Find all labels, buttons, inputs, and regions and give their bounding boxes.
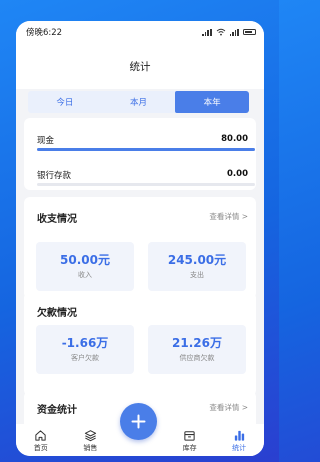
funds-title: 资金统计 (37, 405, 77, 416)
debt-card: 欠款情况 -1.66万 客户欠款 21.26万 供应商欠款 (24, 292, 256, 396)
status-bar: 傍晚6:22 (16, 21, 264, 43)
status-icons (202, 28, 256, 36)
period-tabs: 今日 本月 本年 (28, 91, 249, 113)
bank-deposit-progress-bar (37, 183, 255, 186)
wifi-icon (216, 28, 225, 36)
debt-title: 欠款情况 (37, 308, 77, 319)
tab-home[interactable]: 首页 (21, 429, 61, 453)
bank-deposit-label: 银行存款 (37, 171, 72, 181)
expense-value: 245.00元 (167, 253, 227, 268)
signal-icon-2 (229, 28, 239, 36)
phone-screen: 傍晚6:22 统计 今日 本月 本年 现金 80.00 银行存款 0.00 收支… (16, 21, 264, 456)
tab-sales[interactable]: 销售 (70, 429, 110, 453)
tab-sales-label: 销售 (83, 444, 98, 452)
signal-icon (202, 28, 212, 36)
tab-inventory[interactable]: 库存 (170, 429, 210, 453)
income-expense-details-link[interactable]: 查看详情 > (209, 211, 248, 222)
plus-icon (131, 414, 146, 429)
tab-label: 本年 (203, 98, 221, 108)
cash-progress-bar (37, 148, 255, 151)
bank-deposit-value: 0.00 (227, 169, 248, 179)
income-value: 50.00元 (60, 253, 110, 268)
income-stat[interactable]: 50.00元 收入 (36, 242, 134, 291)
add-button[interactable] (120, 403, 157, 440)
cash-progress-fill (37, 148, 255, 151)
box-icon (184, 431, 195, 441)
customer-debt-label: 客户欠款 (71, 353, 99, 362)
status-time: 傍晚6:22 (26, 28, 63, 38)
supplier-debt-value: 21.26万 (172, 336, 222, 351)
page-title: 统计 (129, 60, 151, 73)
customer-debt-stat[interactable]: -1.66万 客户欠款 (36, 325, 134, 374)
tab-this-month[interactable]: 本月 (102, 91, 176, 113)
funds-details-link[interactable]: 查看详情 > (209, 402, 248, 413)
income-expense-title: 收支情况 (37, 214, 77, 225)
tab-statistics-label: 统计 (232, 444, 247, 452)
home-icon (35, 430, 46, 441)
tab-today[interactable]: 今日 (28, 91, 102, 113)
battery-icon (243, 29, 256, 35)
cash-value: 80.00 (221, 134, 248, 144)
accounts-card: 现金 80.00 银行存款 0.00 (24, 118, 256, 190)
tab-inventory-label: 库存 (182, 444, 197, 452)
income-label: 收入 (78, 270, 92, 279)
expense-label: 支出 (190, 270, 204, 279)
tab-label: 今日 (56, 98, 74, 108)
supplier-debt-label: 供应商欠款 (179, 353, 215, 362)
page-header: 统计 (16, 43, 264, 89)
expense-stat[interactable]: 245.00元 支出 (148, 242, 246, 291)
supplier-debt-stat[interactable]: 21.26万 供应商欠款 (148, 325, 246, 374)
tab-statistics[interactable]: 统计 (219, 429, 259, 453)
layers-icon (84, 430, 97, 442)
income-expense-card: 收支情况 查看详情 > 50.00元 收入 245.00元 支出 (24, 197, 256, 299)
tab-label: 本月 (130, 98, 148, 108)
tab-home-label: 首页 (33, 444, 48, 452)
bar-chart-icon (234, 430, 244, 441)
cash-label: 现金 (37, 136, 55, 146)
customer-debt-value: -1.66万 (61, 336, 109, 351)
tab-this-year[interactable]: 本年 (175, 91, 249, 113)
